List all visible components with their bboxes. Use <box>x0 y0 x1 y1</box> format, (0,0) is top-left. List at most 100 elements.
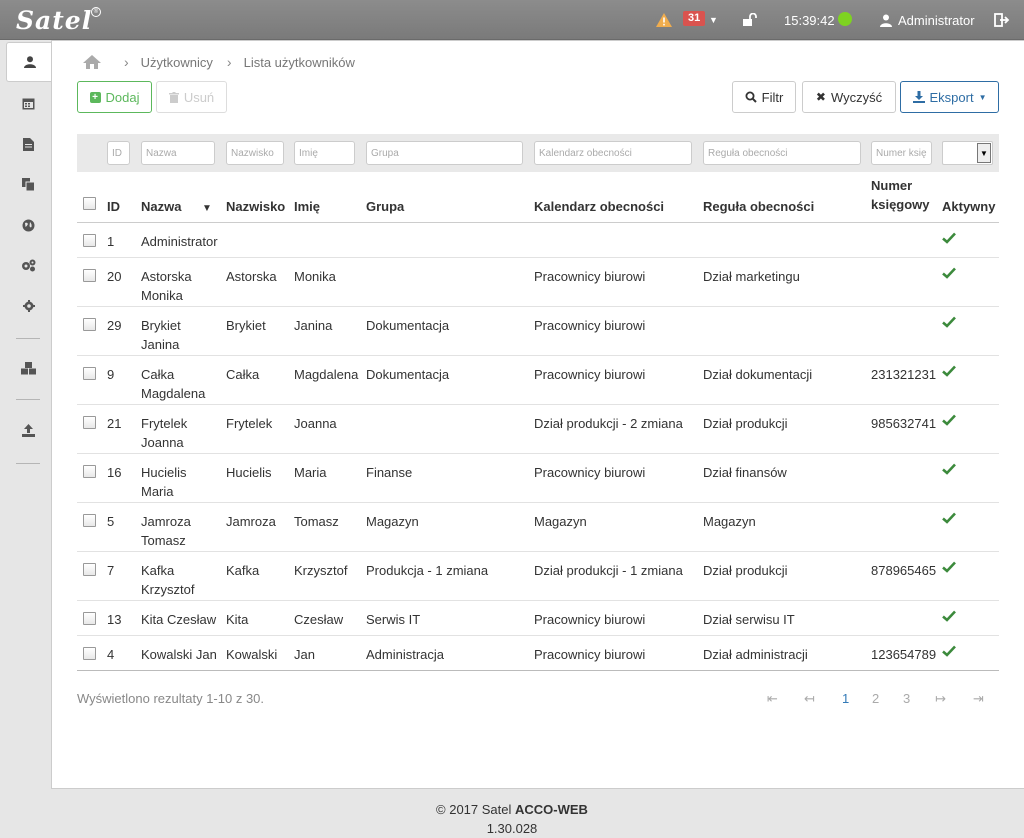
column-header-firstname[interactable]: Imię <box>294 199 320 214</box>
cell-calendar: Pracownicy biurowi <box>534 269 646 284</box>
unlock-icon[interactable] <box>742 0 758 40</box>
cell-name: Kita Czesław <box>141 610 216 629</box>
column-header-rule[interactable]: Reguła obecności <box>703 199 814 214</box>
row-checkbox[interactable] <box>83 647 96 660</box>
table-row[interactable]: Administrator 1 <box>77 223 999 258</box>
cell-calendar: Pracownicy biurowi <box>534 465 646 480</box>
breadcrumb-users[interactable]: Użytkownicy <box>141 55 213 70</box>
cell-id: 13 <box>107 612 122 627</box>
cell-calendar: Dział produkcji - 1 zmiana <box>534 563 683 578</box>
export-button-label: Eksport <box>929 89 974 105</box>
user-icon <box>880 14 892 27</box>
sidebar-item-documents[interactable] <box>6 124 51 164</box>
filter-name-input[interactable] <box>141 141 215 165</box>
cell-name-line1: Kowalski Jan <box>141 647 217 662</box>
filter-firstname-input[interactable] <box>294 141 355 165</box>
clear-button-label: Wyczyść <box>830 89 883 105</box>
check-icon <box>942 316 956 331</box>
sidebar-item-users[interactable] <box>6 42 52 82</box>
cell-id: 4 <box>107 647 115 662</box>
trash-icon <box>168 91 179 103</box>
chevron-down-icon[interactable]: ▼ <box>709 0 718 40</box>
filter-number-input[interactable] <box>871 141 932 165</box>
sidebar-item-upload[interactable] <box>6 410 51 450</box>
table-row[interactable]: Frytelek Joanna 21 Frytelek Joanna Dział prod… <box>77 405 999 454</box>
filter-active-select[interactable]: ▼ <box>942 141 993 165</box>
pager-last[interactable]: ⇥ <box>973 691 984 707</box>
sidebar-item-settings-multi[interactable] <box>6 245 51 285</box>
row-checkbox[interactable] <box>83 234 96 247</box>
table-header: ID Nazwa ▼ Nazwisko Imię Grupa Kalendarz… <box>77 174 999 223</box>
sidebar-item-calendar[interactable] <box>6 83 51 123</box>
pager-page-1[interactable]: 1 <box>842 691 849 706</box>
column-header-surname[interactable]: Nazwisko <box>226 199 285 214</box>
pager-page-3[interactable]: 3 <box>903 691 910 706</box>
sidebar-item-copies[interactable] <box>6 164 51 204</box>
table-row[interactable]: Jamroza Tomasz 5 Jamroza Tomasz Magazyn Magazy… <box>77 503 999 552</box>
table-row[interactable]: Kafka Krzysztof 7 Kafka Krzysztof Produkcja -… <box>77 552 999 601</box>
table-row[interactable]: Całka Magdalena 9 Całka Magdalena Dokumentacj… <box>77 356 999 405</box>
row-checkbox[interactable] <box>83 465 96 478</box>
alarm-count-badge[interactable]: 31 <box>683 11 706 26</box>
cell-name-line2: Monika <box>141 288 183 303</box>
sort-desc-icon[interactable]: ▼ <box>202 203 212 214</box>
user-menu[interactable]: Administrator <box>880 0 975 40</box>
sidebar-item-settings[interactable] <box>6 286 51 326</box>
sidebar-divider <box>16 399 40 400</box>
table-row[interactable]: Hucielis Maria 16 Hucielis Maria Finanse Praco… <box>77 454 999 503</box>
row-checkbox[interactable] <box>83 514 96 527</box>
cell-surname: Astorska <box>226 269 277 284</box>
export-button[interactable]: Eksport ▼ <box>900 81 999 113</box>
filter-button[interactable]: Filtr <box>732 81 796 113</box>
cell-surname: Jamroza <box>226 514 276 529</box>
satel-logo: Satel <box>16 6 93 35</box>
cell-id: 9 <box>107 367 115 382</box>
pager-first[interactable]: ⇤ <box>767 691 778 707</box>
cell-group: Administracja <box>366 647 445 662</box>
row-checkbox[interactable] <box>83 612 96 625</box>
table-row[interactable]: Kowalski Jan 4 Kowalski Jan Administracja Pra… <box>77 636 999 671</box>
row-checkbox[interactable] <box>83 318 96 331</box>
filter-calendar-input[interactable] <box>534 141 692 165</box>
table-row[interactable]: Brykiet Janina 29 Brykiet Janina Dokumentacja… <box>77 307 999 356</box>
filter-group-input[interactable] <box>366 141 523 165</box>
column-header-group[interactable]: Grupa <box>366 199 404 214</box>
document-icon <box>23 137 34 151</box>
row-checkbox[interactable] <box>83 416 96 429</box>
logout-icon[interactable] <box>994 0 1010 40</box>
users-table: ID Nazwa ▼ Nazwisko Imię Grupa Kalendarz… <box>77 174 999 671</box>
column-header-id[interactable]: ID <box>107 199 120 214</box>
warning-icon[interactable] <box>655 0 673 40</box>
user-name: Administrator <box>898 12 975 28</box>
pager-next[interactable]: ↦ <box>935 691 946 707</box>
select-all-checkbox[interactable] <box>83 197 96 210</box>
cell-rule: Magazyn <box>703 514 756 529</box>
column-header-calendar[interactable]: Kalendarz obecności <box>534 199 664 214</box>
filter-id-input[interactable] <box>107 141 130 165</box>
row-checkbox[interactable] <box>83 269 96 282</box>
sidebar-item-modules[interactable] <box>6 348 51 388</box>
add-button[interactable]: + Dodaj <box>77 81 152 113</box>
filter-surname-input[interactable] <box>226 141 284 165</box>
column-header-name[interactable]: Nazwa <box>141 199 181 214</box>
row-checkbox[interactable] <box>83 563 96 576</box>
clear-button[interactable]: ✖ Wyczyść <box>802 81 896 113</box>
table-row[interactable]: Astorska Monika 20 Astorska Monika Pracownicy… <box>77 258 999 307</box>
table-row[interactable]: Kita Czesław 13 Kita Czesław Serwis IT Pracow… <box>77 601 999 636</box>
caret-down-icon: ▼ <box>978 92 987 102</box>
home-icon[interactable] <box>82 54 102 70</box>
cell-rule: Dział finansów <box>703 465 787 480</box>
chevron-down-icon: ▼ <box>977 143 991 163</box>
pager-page-2[interactable]: 2 <box>872 691 879 706</box>
column-header-active[interactable]: Aktywny <box>942 199 995 214</box>
cell-name: Astorska Monika <box>141 267 192 305</box>
cell-name: Całka Magdalena <box>141 365 205 403</box>
pager-prev[interactable]: ↤ <box>804 691 815 707</box>
cell-name-line1: Kafka <box>141 563 175 578</box>
delete-button[interactable]: Usuń <box>156 81 227 113</box>
row-checkbox[interactable] <box>83 367 96 380</box>
download-icon <box>912 91 925 103</box>
sidebar-item-globe[interactable] <box>6 205 51 245</box>
filter-rule-input[interactable] <box>703 141 861 165</box>
column-header-number[interactable]: Numer księgowy <box>871 176 930 214</box>
